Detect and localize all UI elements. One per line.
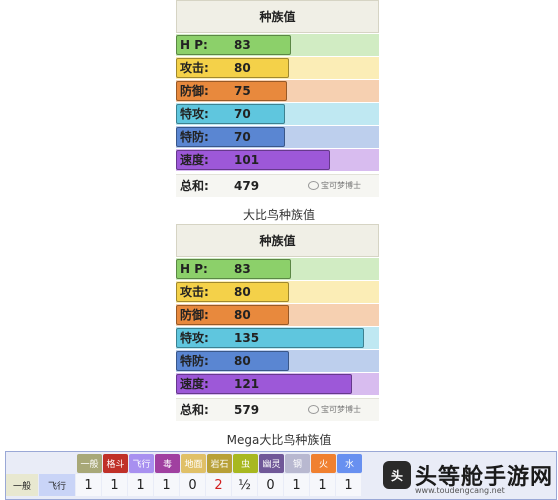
- type-header-cell: 地面: [181, 454, 206, 473]
- logo-url: www.toudengcang.net: [415, 486, 505, 495]
- stat-row: 速度: 121: [176, 373, 379, 395]
- type-header-cell: 毒: [155, 454, 180, 473]
- total-label: 总和:: [180, 403, 209, 417]
- wechat-icon: [308, 405, 319, 414]
- caption-dabini: 大比鸟种族值: [242, 208, 315, 222]
- wechat-icon: [308, 181, 319, 190]
- stat-label: 特攻:: [180, 331, 209, 345]
- type-multiplier-cell: 1: [128, 474, 153, 496]
- stat-row: 攻击: 80: [176, 57, 379, 79]
- stat-label: H P:: [180, 38, 208, 52]
- stat-row: 特防: 80: [176, 350, 379, 372]
- stat-value: 70: [234, 130, 251, 144]
- watermark-text: 宝可梦博士: [321, 405, 361, 414]
- stat-rows: H P: 83 攻击: 80 防御: 75 特攻: 70 特防: 70 速度: 101: [176, 34, 379, 171]
- base-stats-card-dabini: 种族值 H P: 83 攻击: 80 防御: 75 特攻: 70 特防: 70 速度: 101 总和:…: [176, 0, 379, 197]
- watermark: 宝可梦博士: [308, 180, 361, 191]
- stat-value: 135: [234, 331, 260, 345]
- type-value-row: 一般 飞行 111102½0111: [6, 474, 362, 496]
- stat-value: 83: [234, 38, 251, 52]
- watermark-text: 宝可梦博士: [321, 181, 361, 190]
- stat-label: 速度:: [180, 377, 209, 391]
- type-header-cell: 火: [311, 454, 336, 473]
- total-value: 579: [234, 403, 260, 417]
- stat-row: H P: 83: [176, 34, 379, 56]
- stat-value: 80: [234, 285, 251, 299]
- stat-row: 特防: 70: [176, 126, 379, 148]
- stat-label: 速度:: [180, 153, 209, 167]
- type-multiplier-cell: ½: [232, 474, 257, 496]
- stat-label: 特防:: [180, 354, 209, 368]
- type-multiplier-cell: 1: [76, 474, 101, 496]
- total-value: 479: [234, 179, 260, 193]
- type-header-cell: 岩石: [207, 454, 232, 473]
- type-multiplier-cell: 0: [258, 474, 283, 496]
- watermark: 宝可梦博士: [308, 404, 361, 415]
- type-header-cell: 水: [337, 454, 362, 473]
- stat-value: 70: [234, 107, 251, 121]
- stat-value: 101: [234, 153, 260, 167]
- stat-row: 特攻: 70: [176, 103, 379, 125]
- type-multiplier-cell: 2: [206, 474, 231, 496]
- type-multiplier-cell: 1: [284, 474, 309, 496]
- card-title: 种族值: [176, 224, 379, 257]
- stat-rows: H P: 83 攻击: 80 防御: 80 特攻: 135 特防: 80 速度: 121: [176, 258, 379, 395]
- total-row: 总和: 479 宝可梦博士: [176, 174, 379, 197]
- stat-value: 75: [234, 84, 251, 98]
- base-stats-card-mega: 种族值 H P: 83 攻击: 80 防御: 80 特攻: 135 特防: 80 速度: 121 总和…: [176, 224, 379, 421]
- stat-row: 速度: 101: [176, 149, 379, 171]
- stat-label: H P:: [180, 262, 208, 276]
- type-header-cell: 虫: [233, 454, 258, 473]
- stat-value: 80: [234, 61, 251, 75]
- stat-value: 80: [234, 308, 251, 322]
- stat-value: 80: [234, 354, 251, 368]
- stat-value: 121: [234, 377, 260, 391]
- type-header-cell: 幽灵: [259, 454, 284, 473]
- stat-label: 攻击:: [180, 285, 209, 299]
- type-multiplier-cell: 1: [154, 474, 179, 496]
- stat-label: 特攻:: [180, 107, 209, 121]
- type-header-cell: 钢: [285, 454, 310, 473]
- stat-row: 攻击: 80: [176, 281, 379, 303]
- type-multiplier-cell: 1: [102, 474, 127, 496]
- type-header-row: 一般 格斗 飞行毒地面 岩石虫幽灵钢火水: [77, 454, 363, 473]
- row-type-flying: 飞行: [39, 474, 75, 496]
- type-header-cell: 飞行: [129, 454, 154, 473]
- stat-label: 攻击:: [180, 61, 209, 75]
- total-row: 总和: 579 宝可梦博士: [176, 398, 379, 421]
- total-label: 总和:: [180, 179, 209, 193]
- row-type-normal: 一般: [6, 474, 38, 496]
- type-multiplier-cell: 0: [180, 474, 205, 496]
- type-multiplier-cell: 1: [310, 474, 335, 496]
- site-logo: 头 头等舱手游网 www.toudengcang.net: [383, 452, 553, 498]
- stat-label: 特防:: [180, 130, 209, 144]
- stat-row: 防御: 75: [176, 80, 379, 102]
- stat-row: 防御: 80: [176, 304, 379, 326]
- stat-label: 防御:: [180, 84, 209, 98]
- type-header-cell: 一般: [77, 454, 102, 473]
- stat-row: H P: 83: [176, 258, 379, 280]
- stat-value: 83: [234, 262, 251, 276]
- card-title: 种族值: [176, 0, 379, 33]
- type-multiplier-cell: 1: [336, 474, 361, 496]
- stat-label: 防御:: [180, 308, 209, 322]
- caption-mega: Mega大比鸟种族值: [226, 433, 332, 447]
- stat-row: 特攻: 135: [176, 327, 379, 349]
- logo-mark-icon: 头: [383, 461, 411, 489]
- type-header-cell: 格斗: [103, 454, 128, 473]
